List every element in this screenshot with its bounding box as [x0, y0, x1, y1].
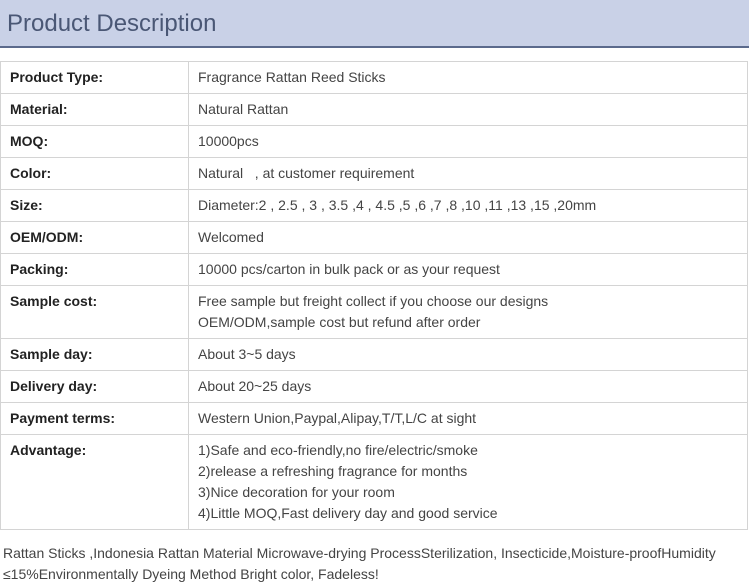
row-label: Sample day: [0, 338, 189, 371]
row-value-line: Western Union,Paypal,Alipay,T/T,L/C at s… [198, 410, 477, 426]
row-label: Advantage: [0, 434, 189, 530]
row-value: 10000 pcs/carton in bulk pack or as your… [188, 253, 748, 286]
row-value-line: 10000pcs [198, 133, 259, 149]
row-value-line: Welcomed [198, 229, 264, 245]
row-value: About 20~25 days [188, 370, 748, 403]
table-row: Delivery day: About 20~25 days [0, 370, 748, 403]
table-row: Packing: 10000 pcs/carton in bulk pack or… [0, 253, 748, 286]
row-value-line: OEM/ODM,sample cost but refund after ord… [198, 314, 481, 330]
row-label: Payment terms: [0, 402, 189, 435]
row-value-line: Natural Rattan [198, 101, 289, 117]
row-label: MOQ: [0, 125, 189, 158]
row-value: Fragrance Rattan Reed Sticks [188, 61, 748, 94]
section-header: Product Description [0, 0, 749, 48]
table-row: Sample day: About 3~5 days [0, 338, 748, 371]
row-value-line: 3)Nice decoration for your room [198, 484, 395, 500]
row-value: Natural , at customer requirement [188, 157, 748, 190]
row-value: 10000pcs [188, 125, 748, 158]
row-value-line: Fragrance Rattan Reed Sticks [198, 69, 386, 85]
row-label: Delivery day: [0, 370, 189, 403]
row-value-line: Free sample but freight collect if you c… [198, 293, 549, 309]
row-value: About 3~5 days [188, 338, 748, 371]
row-value-line: 1)Safe and eco-friendly,no fire/electric… [198, 442, 478, 458]
table-row: MOQ: 10000pcs [0, 125, 748, 158]
table-row: Product Type: Fragrance Rattan Reed Stick… [0, 61, 748, 94]
row-label: Material: [0, 93, 189, 126]
row-value-line: About 20~25 days [198, 378, 312, 394]
row-label: OEM/ODM: [0, 221, 189, 254]
page-title: Product Description [7, 10, 217, 37]
table-row: OEM/ODM: Welcomed [0, 221, 748, 254]
row-label: Size: [0, 189, 189, 222]
table-row: Payment terms: Western Union,Paypal,Alipa… [0, 402, 748, 435]
table-row: Color: Natural , at customer requirement [0, 157, 748, 190]
row-value-line: 2)release a refreshing fragrance for mon… [198, 463, 468, 479]
row-value-line: 4)Little MOQ,Fast delivery day and good … [198, 505, 498, 521]
spec-table: Product Type: Fragrance Rattan Reed Stick… [0, 61, 748, 530]
row-label: Color: [0, 157, 189, 190]
row-label: Sample cost: [0, 285, 189, 339]
spec-table-body: Product Type: Fragrance Rattan Reed Stick… [0, 61, 748, 530]
row-value: Western Union,Paypal,Alipay,T/T,L/C at s… [188, 402, 748, 435]
table-row: Material: Natural Rattan [0, 93, 748, 126]
table-row: Advantage: 1)Safe and eco-friendly,no fir… [0, 434, 748, 530]
row-value-line: About 3~5 days [198, 346, 296, 362]
table-row: Size: Diameter:2 , 2.5 , 3 , 3.5 ,4 , 4.5… [0, 189, 748, 222]
row-value: Free sample but freight collect if you c… [188, 285, 748, 339]
row-value-line: Diameter:2 , 2.5 , 3 , 3.5 ,4 , 4.5 ,5 ,… [198, 197, 597, 213]
footer-description: Rattan Sticks ,Indonesia Rattan Material… [3, 545, 716, 582]
table-row: Sample cost: Free sample but freight coll… [0, 285, 748, 339]
row-value-line: 10000 pcs/carton in bulk pack or as your… [198, 261, 500, 277]
row-label: Product Type: [0, 61, 189, 94]
row-label: Packing: [0, 253, 189, 286]
row-value: Natural Rattan [188, 93, 748, 126]
row-value: 1)Safe and eco-friendly,no fire/electric… [188, 434, 748, 530]
row-value: Diameter:2 , 2.5 , 3 , 3.5 ,4 , 4.5 ,5 ,… [188, 189, 748, 222]
row-value-line: Natural , at customer requirement [198, 165, 415, 181]
row-value: Welcomed [188, 221, 748, 254]
